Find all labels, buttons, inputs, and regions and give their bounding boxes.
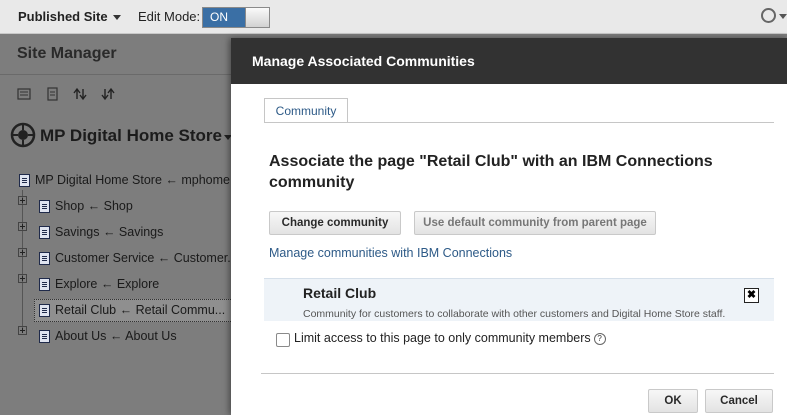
footer-divider bbox=[261, 373, 774, 374]
published-site-label: Published Site bbox=[18, 9, 108, 24]
limit-access-checkbox[interactable] bbox=[276, 333, 290, 347]
tree-item-explore[interactable]: Explore ← Explore bbox=[39, 273, 159, 295]
manage-communities-dialog: Manage Associated Communities Community … bbox=[231, 38, 787, 415]
tree-item-label: Retail Club ← Retail Commu... bbox=[55, 303, 226, 317]
tree-item-retail-club[interactable]: Retail Club ← Retail Commu... bbox=[39, 299, 225, 321]
tab-community[interactable]: Community bbox=[264, 98, 348, 123]
move-down-icon[interactable] bbox=[101, 87, 115, 101]
expand-icon[interactable] bbox=[18, 196, 27, 205]
page-icon bbox=[39, 226, 50, 240]
help-icon[interactable]: ? bbox=[593, 332, 606, 345]
expand-icon[interactable] bbox=[18, 222, 27, 231]
tree-line bbox=[22, 190, 23, 328]
manage-communities-link[interactable]: Manage communities with IBM Connections bbox=[269, 246, 512, 260]
site-name: MP Digital Home Store bbox=[40, 126, 222, 145]
site-manager-title: Site Manager bbox=[17, 45, 117, 62]
tab-divider bbox=[264, 122, 774, 123]
tree-item-label: Explore ← Explore bbox=[55, 277, 160, 291]
toggle-knob bbox=[245, 8, 269, 27]
tree-item-label: About Us ← About Us bbox=[55, 329, 177, 343]
community-name: Retail Club bbox=[303, 285, 377, 301]
tree-item-customer-service[interactable]: Customer Service ← Customer... bbox=[39, 247, 238, 269]
globe-icon[interactable] bbox=[761, 8, 776, 23]
cancel-button[interactable]: Cancel bbox=[705, 389, 773, 413]
ok-button[interactable]: OK bbox=[648, 389, 698, 413]
tree-item-savings[interactable]: Savings ← Savings bbox=[39, 221, 163, 243]
tree-item-label: Customer Service ← Customer... bbox=[55, 251, 238, 265]
edit-mode-toggle[interactable]: ON bbox=[202, 7, 270, 28]
close-icon[interactable]: ✖ bbox=[744, 288, 759, 303]
chevron-down-icon bbox=[112, 15, 121, 21]
dialog-header: Manage Associated Communities bbox=[231, 38, 787, 84]
dialog-title: Manage Associated Communities bbox=[252, 53, 475, 69]
page-icon bbox=[39, 200, 50, 214]
dialog-heading: Associate the page "Retail Club" with an… bbox=[269, 153, 713, 191]
use-default-community-button[interactable]: Use default community from parent page bbox=[414, 211, 656, 235]
toggle-state: ON bbox=[203, 8, 245, 27]
community-card: Retail Club Community for customers to c… bbox=[264, 278, 774, 321]
page-icon bbox=[19, 174, 30, 188]
change-community-button[interactable]: Change community bbox=[269, 211, 401, 235]
community-description: Community for customers to collaborate w… bbox=[303, 308, 726, 320]
tree-item-root[interactable]: MP Digital Home Store ← mphome... bbox=[19, 169, 240, 191]
tree-item-label: Shop ← Shop bbox=[55, 199, 133, 213]
page-icon bbox=[39, 252, 50, 266]
published-site-menu[interactable]: Published Site bbox=[18, 9, 121, 24]
limit-access-label: Limit access to this page to only commun… bbox=[294, 331, 591, 345]
limit-access-row: Limit access to this page to only commun… bbox=[294, 331, 606, 345]
divider bbox=[0, 74, 237, 75]
new-page-icon[interactable] bbox=[17, 87, 31, 101]
expand-icon[interactable] bbox=[18, 326, 27, 335]
top-bar: Published Site Edit Mode: ON bbox=[0, 0, 787, 34]
tree-item-about-us[interactable]: About Us ← About Us bbox=[39, 325, 177, 347]
new-child-page-icon[interactable] bbox=[45, 87, 59, 101]
tree-item-label: MP Digital Home Store ← mphome... bbox=[35, 173, 241, 187]
move-up-icon[interactable] bbox=[73, 87, 87, 101]
expand-icon[interactable] bbox=[18, 248, 27, 257]
page-icon bbox=[39, 330, 50, 344]
tree-item-shop[interactable]: Shop ← Shop bbox=[39, 195, 133, 217]
page-icon bbox=[39, 304, 50, 318]
tree-item-label: Savings ← Savings bbox=[55, 225, 164, 239]
site-icon bbox=[10, 122, 36, 148]
page-icon bbox=[39, 278, 50, 292]
chevron-down-icon[interactable] bbox=[779, 14, 787, 19]
edit-mode-label: Edit Mode: bbox=[138, 9, 201, 24]
expand-icon[interactable] bbox=[18, 274, 27, 283]
